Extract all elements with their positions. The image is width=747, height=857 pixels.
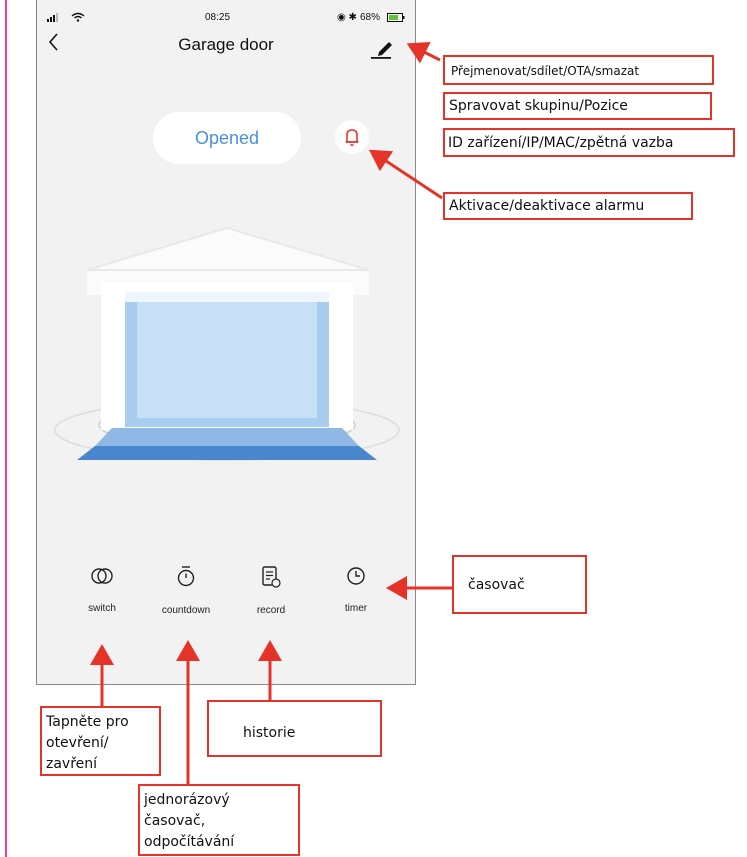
annotation-device-info: ID zařízení/IP/MAC/zpětná vazba bbox=[443, 128, 735, 157]
annotation-timer: časovač bbox=[452, 555, 587, 614]
annotation-record: historie bbox=[207, 700, 382, 757]
annotation-edit-menu: Přejmenovat/sdílet/OTA/smazat bbox=[443, 55, 714, 85]
arrow-edit bbox=[406, 41, 441, 64]
arrow-alarm bbox=[368, 149, 443, 200]
annotation-manage-group: Spravovat skupinu/Pozice bbox=[443, 92, 712, 120]
annotation-switch: Tapněte pro otevření/ zavření bbox=[40, 706, 161, 776]
annotation-countdown: jednorázový časovač, odpočítávání bbox=[138, 784, 300, 856]
annotation-alarm: Aktivace/deaktivace alarmu bbox=[443, 192, 693, 220]
